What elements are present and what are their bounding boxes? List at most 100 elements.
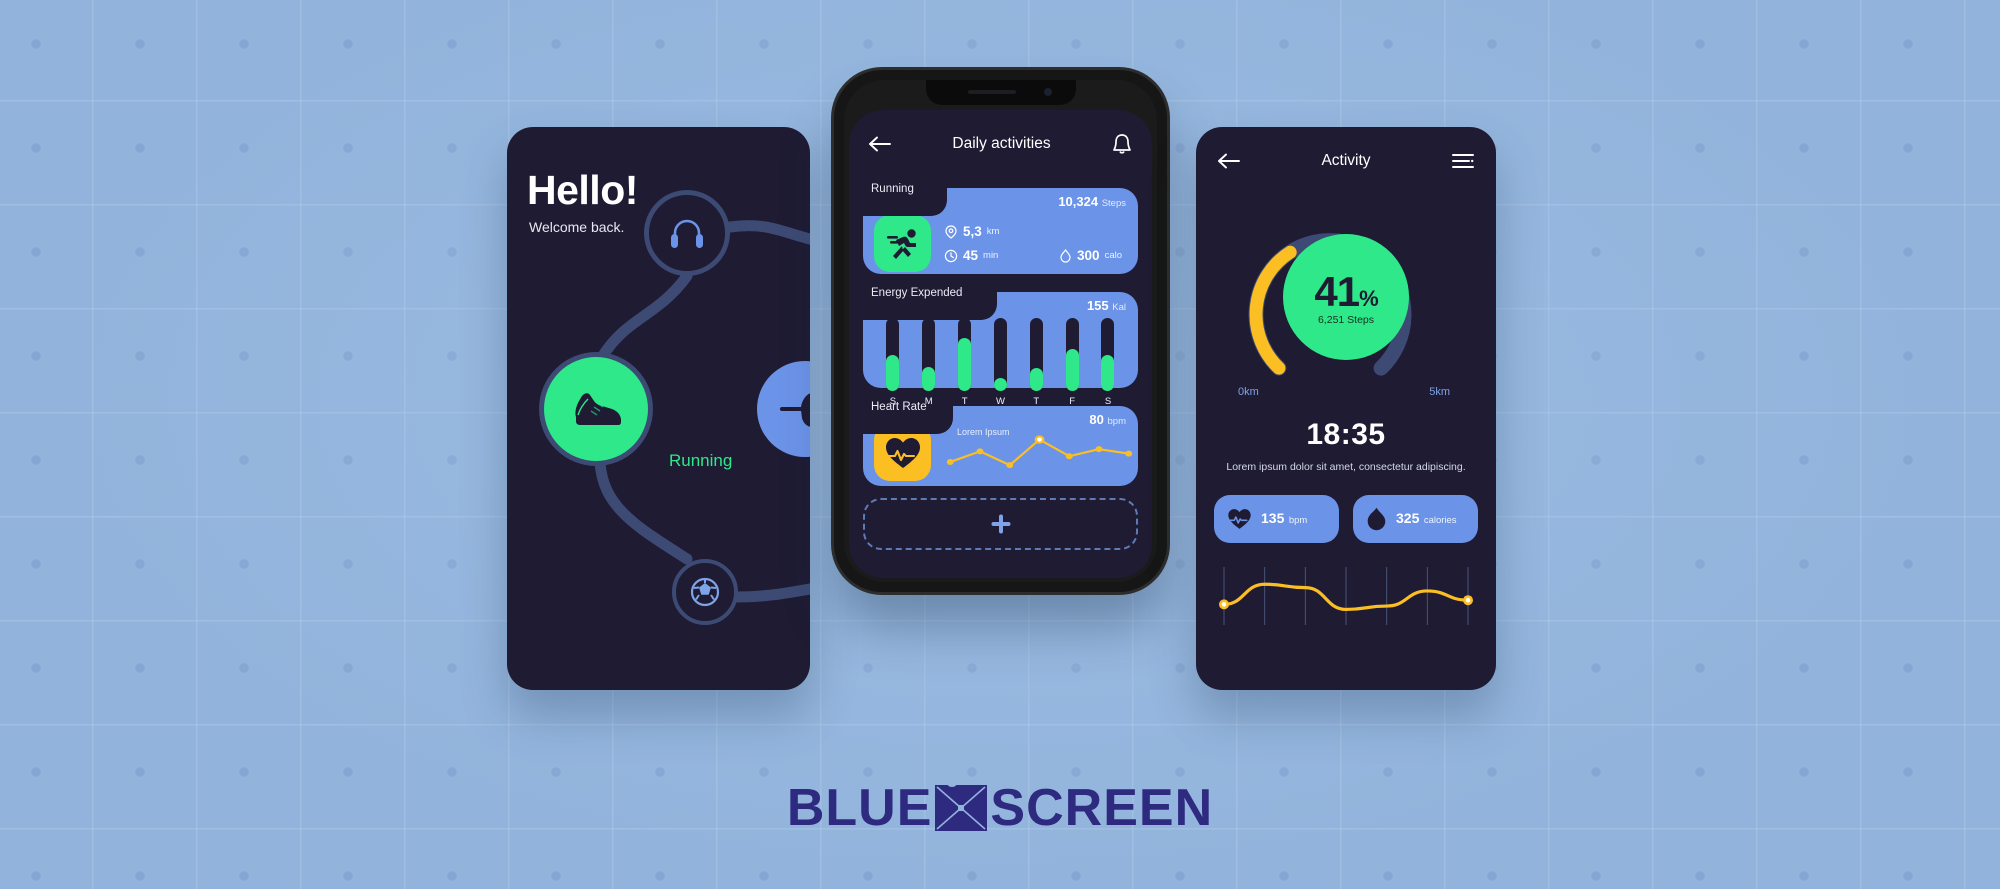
heartrate-point bbox=[1095, 445, 1103, 452]
gauge-percent-symbol: % bbox=[1359, 286, 1379, 311]
brand-logo: BLUE SCREEN bbox=[0, 778, 2000, 838]
heartrate-point bbox=[1125, 450, 1133, 457]
node-running-shoe[interactable] bbox=[544, 357, 648, 461]
flame-icon bbox=[1367, 508, 1386, 531]
calories-value: 325 bbox=[1396, 510, 1420, 527]
activity-wave-chart bbox=[1214, 565, 1478, 627]
gauge-percent-number: 41 bbox=[1314, 268, 1360, 315]
calories-unit: calo bbox=[1104, 250, 1122, 261]
activity-card-running[interactable]: Running 10,324 Steps 5,3 km 45 min 300 c… bbox=[863, 176, 1138, 274]
plus-icon bbox=[991, 514, 1010, 534]
calories-unit: calories bbox=[1423, 515, 1457, 527]
steps-unit: Steps bbox=[1101, 198, 1126, 209]
page-title: Activity bbox=[1321, 152, 1371, 169]
phone-speaker bbox=[967, 90, 1016, 94]
wave-endpoint-center bbox=[1221, 602, 1227, 607]
card-label-energy: Energy Expended bbox=[871, 287, 963, 299]
card-label-running: Running bbox=[871, 183, 914, 195]
bpm-value: 80 bpm bbox=[1089, 412, 1126, 427]
node-headphones[interactable] bbox=[644, 190, 730, 276]
bar-track bbox=[1101, 318, 1115, 391]
bar-fill bbox=[1101, 354, 1115, 391]
gauge-center-disc: 41% 6,251 Steps bbox=[1283, 234, 1409, 360]
phone-camera bbox=[1043, 88, 1052, 96]
bar-track bbox=[886, 318, 900, 391]
kal-number: 155 bbox=[1086, 298, 1109, 313]
duration-value: 45 bbox=[963, 248, 979, 263]
steps-number: 10,324 bbox=[1058, 194, 1099, 209]
bpm-number: 80 bbox=[1089, 412, 1104, 427]
calories-value: 300 bbox=[1077, 248, 1100, 263]
gauge-steps-label: 6,251 Steps bbox=[1317, 314, 1375, 326]
daily-activities-screen: Daily activities Running 10,324 Steps 5,… bbox=[849, 110, 1152, 578]
activity-header: Activity bbox=[1214, 133, 1478, 189]
bar-track bbox=[1029, 318, 1043, 391]
selected-activity-label: Running bbox=[669, 451, 733, 470]
phone-header: Daily activities bbox=[863, 118, 1138, 170]
headphones-icon bbox=[671, 219, 703, 248]
wave-svg bbox=[1219, 565, 1473, 627]
elapsed-time: 18:35 bbox=[1306, 418, 1386, 451]
bar-fill bbox=[1029, 367, 1043, 391]
gauge-percent: 41% bbox=[1314, 268, 1379, 316]
heartrate-value: 135 bbox=[1261, 510, 1285, 527]
bar-track bbox=[958, 318, 972, 391]
left-onboarding-card: Hello! Welcome back. Running bbox=[507, 127, 810, 690]
activity-card-energy[interactable]: Energy Expended 155 Kal SMTWTFS bbox=[863, 280, 1138, 407]
heartrate-point bbox=[946, 458, 954, 465]
wave-endpoint-center bbox=[1465, 598, 1471, 603]
flame-icon bbox=[1060, 248, 1071, 263]
heart-pulse-icon bbox=[1228, 509, 1251, 530]
activity-description: Lorem ipsum dolor sit amet, consectetur … bbox=[1226, 461, 1466, 473]
heartrate-point bbox=[1065, 452, 1073, 459]
heartrate-highlight-point bbox=[1037, 436, 1042, 442]
bell-icon[interactable] bbox=[1112, 133, 1132, 155]
bar-fill bbox=[886, 354, 900, 391]
metric-row: 135 bpm 325 calories bbox=[1214, 495, 1478, 544]
kal-unit: Kal bbox=[1112, 302, 1126, 313]
distance-unit: km bbox=[986, 226, 1000, 237]
greeting-subtitle: Welcome back. bbox=[529, 219, 625, 235]
activity-card-heartrate[interactable]: Heart Rate 80 bpm Lorem Ipsum bbox=[863, 394, 1138, 486]
stat-calories: 300 calo bbox=[1059, 248, 1122, 263]
soccer-ball-icon bbox=[690, 577, 720, 607]
bar-track bbox=[993, 318, 1007, 391]
stat-distance: 5,3 km bbox=[944, 224, 999, 239]
bar-fill bbox=[1065, 349, 1079, 391]
add-activity-button[interactable] bbox=[863, 498, 1138, 550]
running-shoe-icon bbox=[575, 393, 621, 425]
running-person-icon bbox=[886, 228, 916, 259]
phone-notch bbox=[925, 80, 1076, 105]
hamburger-menu-icon[interactable] bbox=[1452, 153, 1474, 169]
arrow-left-icon[interactable] bbox=[869, 136, 891, 152]
heart-pulse-icon bbox=[885, 437, 920, 468]
bar-fill bbox=[958, 337, 972, 391]
right-activity-card: Activity 41% 6,251 Steps 0km 5km 18:35 L… bbox=[1196, 127, 1496, 690]
node-soccer[interactable] bbox=[672, 559, 738, 625]
stat-duration: 45 min bbox=[944, 248, 998, 263]
heartrate-point bbox=[976, 447, 984, 454]
clock-icon bbox=[944, 249, 958, 262]
heartrate-point bbox=[1006, 461, 1014, 468]
bar-track bbox=[922, 318, 936, 391]
heartrate-unit: bpm bbox=[1288, 515, 1308, 527]
logo-part-one: BLUE bbox=[786, 779, 933, 837]
energy-value: 155 Kal bbox=[1087, 298, 1126, 313]
duration-unit: min bbox=[983, 250, 999, 261]
running-steps-value: 10,324 Steps bbox=[1058, 194, 1126, 209]
bar-fill bbox=[993, 378, 1007, 391]
arrow-left-icon[interactable] bbox=[1218, 153, 1240, 169]
metric-calories[interactable]: 325 calories bbox=[1353, 495, 1478, 544]
energy-card-body: 155 Kal SMTWTFS bbox=[863, 292, 1138, 407]
card-label-heartrate: Heart Rate bbox=[871, 401, 927, 413]
gauge-max-label: 5km bbox=[1429, 386, 1450, 398]
greeting-title: Hello! bbox=[527, 167, 638, 213]
location-pin-icon bbox=[945, 224, 957, 239]
phone-screen: Daily activities Running 10,324 Steps 5,… bbox=[844, 80, 1157, 582]
activity-gauge: 41% 6,251 Steps 0km 5km bbox=[1214, 193, 1478, 418]
bar-fill bbox=[922, 366, 936, 391]
metric-heartrate[interactable]: 135 bpm bbox=[1214, 495, 1339, 544]
phone-mockup: Daily activities Running 10,324 Steps 5,… bbox=[834, 70, 1167, 592]
logo-part-two: SCREEN bbox=[990, 779, 1214, 837]
bar-track bbox=[1065, 318, 1079, 391]
